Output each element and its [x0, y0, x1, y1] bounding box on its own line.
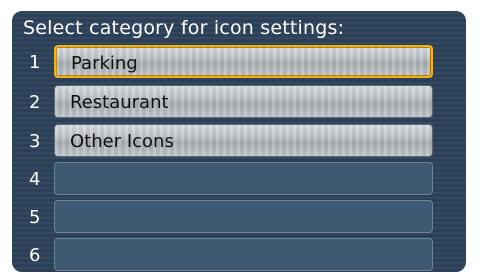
list-row-2: 2 Restaurant — [12, 85, 466, 121]
parking-button-label: Parking — [71, 53, 138, 74]
empty-slot-4 — [54, 162, 433, 195]
list-row-3: 3 Other Icons — [12, 124, 466, 160]
row-number: 5 — [29, 207, 41, 228]
icon-settings-screen: Select category for icon settings: 1 Par… — [12, 11, 466, 272]
empty-slot-5 — [54, 200, 433, 233]
list-row-5: 5 — [12, 200, 466, 236]
row-number: 1 — [29, 52, 41, 73]
empty-slot-6 — [54, 238, 433, 271]
other-icons-button-label: Other Icons — [70, 131, 174, 152]
list-row-4: 4 — [12, 162, 466, 198]
restaurant-button-label: Restaurant — [70, 92, 169, 113]
row-number: 4 — [29, 169, 41, 190]
row-number: 3 — [29, 131, 41, 152]
restaurant-button[interactable]: Restaurant — [54, 85, 433, 118]
list-row-6: 6 — [12, 238, 466, 272]
list-row-1: 1 Parking — [12, 45, 466, 81]
screen-title: Select category for icon settings: — [23, 17, 345, 39]
other-icons-button[interactable]: Other Icons — [54, 124, 433, 157]
parking-button[interactable]: Parking — [54, 45, 433, 78]
row-number: 2 — [29, 92, 41, 113]
row-number: 6 — [29, 245, 41, 266]
